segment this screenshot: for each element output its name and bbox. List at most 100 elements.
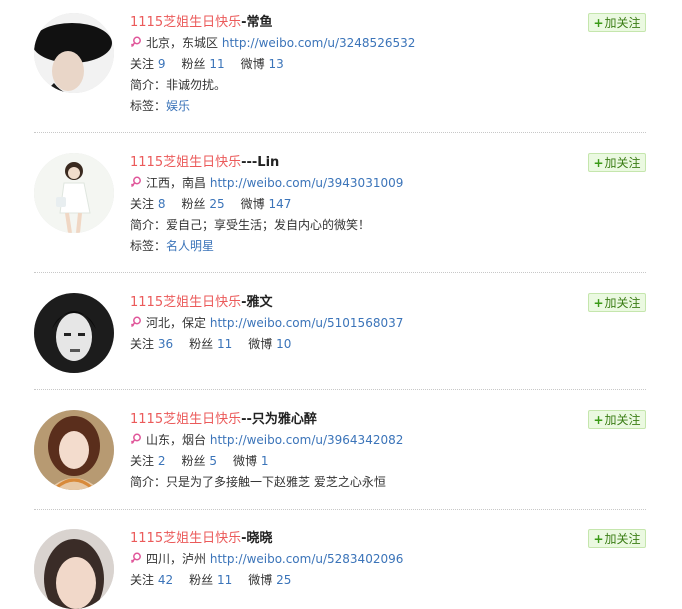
- location: 河北，保定: [146, 316, 207, 330]
- profile-link[interactable]: http://weibo.com/u/5283402096: [210, 552, 404, 566]
- plus-icon: +: [593, 296, 604, 310]
- location: 山东，烟台: [146, 433, 207, 447]
- user-name[interactable]: 1115芝姐生日快乐-雅文: [130, 293, 550, 313]
- plus-icon: +: [593, 413, 604, 427]
- fans-count[interactable]: 11: [217, 337, 232, 351]
- user-name-prefix[interactable]: 1115芝姐生日快乐: [130, 531, 241, 546]
- fans-count[interactable]: 11: [217, 573, 232, 587]
- location: 北京，东城区: [146, 36, 219, 50]
- intro-label: 简介：: [130, 218, 167, 232]
- avatar[interactable]: [34, 410, 114, 490]
- stats-line: 关注 9 粉丝 11 微博 13: [130, 54, 550, 75]
- following-count[interactable]: 36: [158, 337, 173, 351]
- fans-count[interactable]: 25: [209, 197, 224, 211]
- weibo-label: 微博: [248, 573, 273, 587]
- plus-icon: +: [593, 16, 604, 30]
- fans-label: 粉丝: [181, 454, 206, 468]
- follow-button[interactable]: +加关注: [588, 293, 646, 312]
- follow-button-label: 加关注: [604, 156, 641, 170]
- weibo-label: 微博: [240, 57, 265, 71]
- weibo-label: 微博: [240, 197, 265, 211]
- user-list: 1115芝姐生日快乐-常鱼 北京，东城区 http://weibo.com/u/…: [0, 0, 682, 609]
- follow-button-label: 加关注: [604, 532, 641, 546]
- tag-link[interactable]: 娱乐: [166, 99, 190, 113]
- user-info: 1115芝姐生日快乐-晓晓 四川，泸州 http://weibo.com/u/5…: [130, 529, 550, 591]
- location-line: 河北，保定 http://weibo.com/u/5101568037: [130, 313, 550, 334]
- location-line: 四川，泸州 http://weibo.com/u/5283402096: [130, 549, 550, 570]
- female-icon: [130, 36, 141, 47]
- user-name[interactable]: 1115芝姐生日快乐---Lin: [130, 153, 550, 173]
- user-name-prefix[interactable]: 1115芝姐生日快乐: [130, 295, 241, 310]
- plus-icon: +: [593, 156, 604, 170]
- user-info: 1115芝姐生日快乐-雅文 河北，保定 http://weibo.com/u/5…: [130, 293, 550, 355]
- user-name-suffix[interactable]: -晓晓: [241, 531, 272, 546]
- plus-icon: +: [593, 532, 604, 546]
- following-label: 关注: [130, 454, 155, 468]
- following-label: 关注: [130, 337, 155, 351]
- stats-line: 关注 42 粉丝 11 微博 25: [130, 570, 550, 591]
- user-name-suffix[interactable]: -常鱼: [241, 15, 272, 30]
- follow-button[interactable]: +加关注: [588, 410, 646, 429]
- female-icon: [130, 433, 141, 444]
- fans-label: 粉丝: [189, 337, 214, 351]
- location-line: 江西，南昌 http://weibo.com/u/3943031009: [130, 173, 550, 194]
- user-name[interactable]: 1115芝姐生日快乐--只为雅心醉: [130, 410, 550, 430]
- user-name-suffix[interactable]: ---Lin: [241, 155, 279, 170]
- stats-line: 关注 8 粉丝 25 微博 147: [130, 194, 550, 215]
- follow-button[interactable]: +加关注: [588, 529, 646, 548]
- avatar[interactable]: [34, 293, 114, 373]
- avatar[interactable]: [34, 13, 114, 93]
- weibo-count[interactable]: 13: [268, 57, 283, 71]
- user-name-prefix[interactable]: 1115芝姐生日快乐: [130, 412, 241, 427]
- user-info: 1115芝姐生日快乐-常鱼 北京，东城区 http://weibo.com/u/…: [130, 13, 550, 117]
- divider: [34, 272, 646, 273]
- user-name-prefix[interactable]: 1115芝姐生日快乐: [130, 15, 241, 30]
- weibo-count[interactable]: 10: [276, 337, 291, 351]
- location-line: 山东，烟台 http://weibo.com/u/3964342082: [130, 430, 550, 451]
- fans-label: 粉丝: [181, 57, 206, 71]
- tag-link[interactable]: 名人明星: [166, 239, 214, 253]
- following-count[interactable]: 9: [158, 57, 166, 71]
- intro-text: 只是为了多接触一下赵雅芝 爱芝之心永恒: [166, 475, 386, 489]
- profile-link[interactable]: http://weibo.com/u/3248526532: [222, 36, 416, 50]
- intro-line: 简介：爱自己；享受生活；发自内心的微笑！: [130, 215, 550, 236]
- avatar[interactable]: [34, 529, 114, 609]
- following-count[interactable]: 42: [158, 573, 173, 587]
- follow-button[interactable]: +加关注: [588, 13, 646, 32]
- stats-line: 关注 36 粉丝 11 微博 10: [130, 334, 550, 355]
- location: 四川，泸州: [146, 552, 207, 566]
- weibo-label: 微博: [232, 454, 257, 468]
- tag-line: 标签：娱乐: [130, 96, 550, 117]
- female-icon: [130, 316, 141, 327]
- female-icon: [130, 552, 141, 563]
- following-count[interactable]: 8: [158, 197, 166, 211]
- divider: [34, 389, 646, 390]
- weibo-count[interactable]: 1: [261, 454, 269, 468]
- profile-link[interactable]: http://weibo.com/u/5101568037: [210, 316, 404, 330]
- follow-button[interactable]: +加关注: [588, 153, 646, 172]
- following-count[interactable]: 2: [158, 454, 166, 468]
- intro-line: 简介：非诚勿扰。: [130, 75, 550, 96]
- profile-link[interactable]: http://weibo.com/u/3964342082: [210, 433, 404, 447]
- user-info: 1115芝姐生日快乐--只为雅心醉 山东，烟台 http://weibo.com…: [130, 410, 550, 493]
- user-name-suffix[interactable]: -雅文: [241, 295, 272, 310]
- avatar[interactable]: [34, 153, 114, 233]
- profile-link[interactable]: http://weibo.com/u/3943031009: [210, 176, 404, 190]
- user-name-suffix[interactable]: --只为雅心醉: [241, 412, 317, 427]
- follow-button-label: 加关注: [604, 16, 641, 30]
- weibo-count[interactable]: 147: [268, 197, 291, 211]
- user-name[interactable]: 1115芝姐生日快乐-晓晓: [130, 529, 550, 549]
- location: 江西，南昌: [146, 176, 207, 190]
- following-label: 关注: [130, 573, 155, 587]
- tag-line: 标签：名人明星: [130, 236, 550, 257]
- user-info: 1115芝姐生日快乐---Lin 江西，南昌 http://weibo.com/…: [130, 153, 550, 257]
- follow-button-label: 加关注: [604, 413, 641, 427]
- weibo-count[interactable]: 25: [276, 573, 291, 587]
- fans-count[interactable]: 5: [209, 454, 217, 468]
- divider: [34, 132, 646, 133]
- user-name[interactable]: 1115芝姐生日快乐-常鱼: [130, 13, 550, 33]
- user-name-prefix[interactable]: 1115芝姐生日快乐: [130, 155, 241, 170]
- fans-count[interactable]: 11: [209, 57, 224, 71]
- divider: [34, 509, 646, 510]
- follow-button-label: 加关注: [604, 296, 641, 310]
